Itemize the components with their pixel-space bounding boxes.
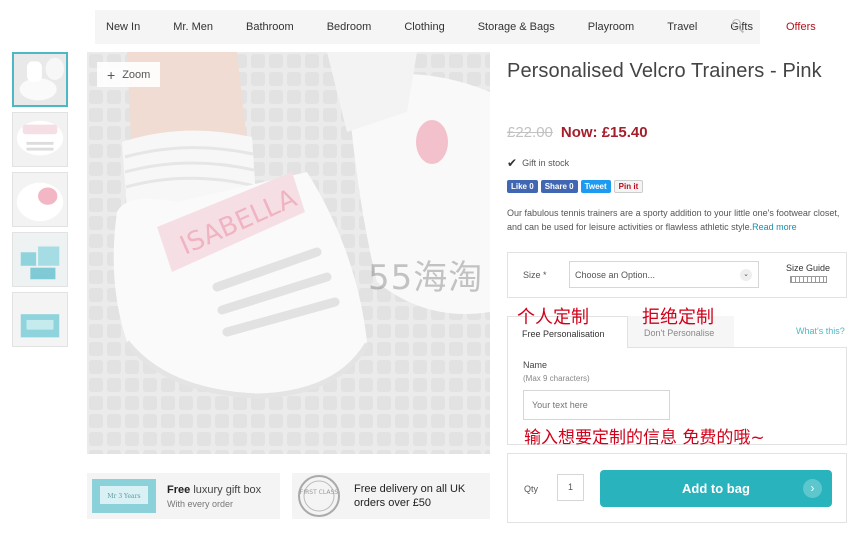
annotation-no-personalise: 拒绝定制: [642, 307, 714, 328]
nav-item-bedroom[interactable]: Bedroom: [316, 21, 372, 33]
gift-box-title: Free luxury gift box: [167, 483, 262, 496]
watermark: 55海淘: [368, 258, 484, 298]
social-buttons: Like 0 Share 0 Tweet Pin it: [507, 180, 646, 193]
checkmark-icon: ✔: [507, 156, 518, 170]
nav-item-playroom[interactable]: Playroom: [577, 21, 634, 33]
gift-box-subtitle: With every order: [167, 498, 234, 509]
gift-box-image: Mr 3 Years: [90, 476, 158, 516]
delivery-line-1: Free delivery on all UK: [354, 483, 466, 495]
annotation-personalise: 个人定制: [517, 307, 589, 328]
zoom-button[interactable]: + Zoom: [97, 62, 160, 87]
delivery-promo: FIRST CLASS Free delivery on all UK orde…: [292, 473, 490, 519]
thumbnail-4[interactable]: [12, 232, 68, 287]
facebook-like-button[interactable]: Like 0: [507, 180, 538, 193]
plus-icon: +: [107, 66, 116, 83]
product-title: Personalised Velcro Trainers - Pink: [507, 60, 822, 82]
add-to-bag-button[interactable]: Add to bag ›: [600, 470, 832, 507]
nav-item-new-in[interactable]: New In: [95, 21, 140, 33]
svg-text:Mr 3 Years: Mr 3 Years: [107, 493, 140, 500]
svg-text:FIRST CLASS: FIRST CLASS: [300, 489, 338, 496]
nav-item-offers[interactable]: Offers: [775, 21, 816, 33]
stock-status: ✔ Gift in stock: [507, 156, 569, 170]
price-row: £22.00 Now: £15.40: [507, 124, 648, 141]
top-navigation: New In Mr. Men Bathroom Bedroom Clothing…: [95, 10, 816, 44]
size-guide-link[interactable]: Size Guide: [786, 263, 830, 273]
size-section: Size * Choose an Option... ⌄ Size Guide: [507, 252, 847, 298]
size-select[interactable]: Choose an Option... ⌄: [569, 261, 759, 288]
nav-item-mr-men[interactable]: Mr. Men: [162, 21, 213, 33]
name-hint: (Max 9 characters): [523, 374, 590, 383]
read-more-link[interactable]: Read more: [752, 222, 797, 232]
old-price: £22.00: [507, 124, 553, 141]
nav-item-bathroom[interactable]: Bathroom: [235, 21, 294, 33]
add-to-bag-label: Add to bag: [682, 481, 750, 496]
size-label: Size *: [523, 270, 547, 280]
zoom-label: Zoom: [122, 68, 151, 81]
whats-this-link[interactable]: What's this?: [796, 326, 845, 336]
quantity-input[interactable]: 1: [557, 474, 584, 501]
ruler-icon: [790, 276, 827, 283]
nav-item-travel[interactable]: Travel: [656, 21, 697, 33]
thumbnail-1[interactable]: [12, 52, 68, 107]
tweet-button[interactable]: Tweet: [580, 180, 611, 193]
thumbnail-5[interactable]: [12, 292, 68, 347]
sale-price: Now: £15.40: [560, 124, 648, 141]
pin-it-button[interactable]: Pin it: [613, 180, 644, 193]
annotation-enter-text: 输入想要定制的信息 免费的哦~: [524, 428, 765, 448]
delivery-line-2: orders over £50: [354, 497, 432, 509]
gift-box-promo: Mr 3 Years Free luxury gift box With eve…: [87, 473, 280, 519]
nav-item-clothing[interactable]: Clothing: [393, 21, 444, 33]
search-icon[interactable]: [732, 19, 746, 33]
product-description: Our fabulous tennis trainers are a sport…: [507, 208, 840, 232]
chevron-down-icon: ⌄: [740, 269, 752, 281]
nav-item-storage-bags[interactable]: Storage & Bags: [467, 21, 555, 33]
stock-text: Gift in stock: [522, 158, 570, 168]
first-class-stamp-icon: FIRST CLASS: [294, 473, 344, 519]
thumbnail-strip: [12, 52, 68, 352]
add-to-bag-section: Qty 1 Add to bag ›: [507, 453, 847, 523]
chevron-right-icon: ›: [803, 479, 822, 498]
name-label: Name: [523, 360, 548, 370]
facebook-share-button[interactable]: Share 0: [540, 180, 578, 193]
thumbnail-3[interactable]: [12, 172, 68, 227]
qty-label: Qty: [524, 484, 539, 494]
name-input[interactable]: [523, 390, 670, 420]
thumbnail-2[interactable]: [12, 112, 68, 167]
